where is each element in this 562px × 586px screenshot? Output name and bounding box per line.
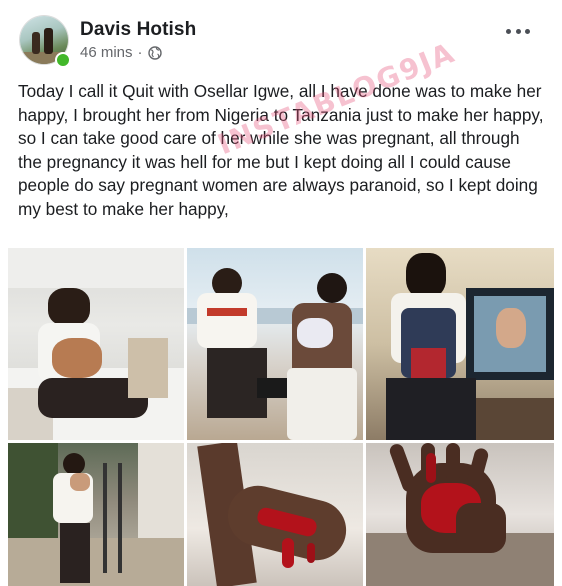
photo-bleeding-hand[interactable] <box>366 443 554 586</box>
more-options-icon[interactable] <box>506 24 530 38</box>
post-text: Today I call it Quit with Osellar Igwe, … <box>18 81 544 219</box>
meta-separator: · <box>137 44 143 61</box>
post-meta: 46 mins · <box>80 44 162 61</box>
globe-icon[interactable] <box>147 45 162 60</box>
author-name[interactable]: Davis Hotish <box>80 19 196 41</box>
online-status-indicator <box>55 52 71 68</box>
photo-couple-with-baby[interactable] <box>187 248 363 440</box>
post-header: Davis Hotish 46 mins · <box>0 0 562 70</box>
photo-grid <box>8 248 554 586</box>
photo-man-with-baby-carrier[interactable] <box>366 248 554 440</box>
photo-bleeding-forearm[interactable] <box>187 443 363 586</box>
photo-man-holding-baby-hospital[interactable] <box>8 248 184 440</box>
post-time[interactable]: 46 mins <box>80 44 133 61</box>
photo-man-holding-baby-stairs[interactable] <box>8 443 184 586</box>
